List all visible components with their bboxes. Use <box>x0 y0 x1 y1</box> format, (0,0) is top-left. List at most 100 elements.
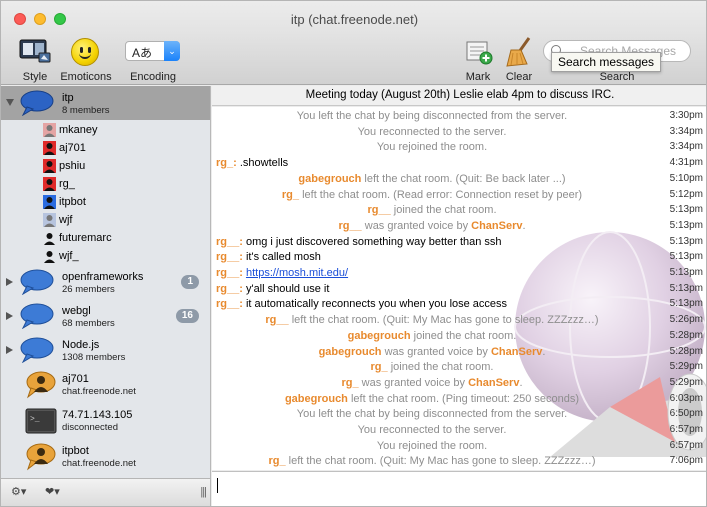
style-button[interactable]: Style <box>13 35 57 83</box>
style-icon <box>19 39 51 63</box>
member-row[interactable]: wjf <box>43 212 203 230</box>
private-chat-name: aj701 <box>62 373 89 385</box>
chat-bubble-icon <box>20 337 54 363</box>
nickname[interactable]: rg__ <box>338 220 361 232</box>
gear-menu-button[interactable]: ⚙▾ <box>11 485 26 501</box>
message-text: joined the chat room. <box>410 329 517 342</box>
message-text: You rejoined the room. <box>376 439 488 452</box>
user-icon <box>44 251 55 263</box>
broom-icon <box>506 37 531 67</box>
sidebar-footer: ⚙▾ ❤▾ ||| <box>1 478 211 506</box>
clear-button[interactable]: Clear <box>499 35 539 83</box>
text-caret <box>217 478 218 493</box>
member-name: wjf_ <box>59 250 79 262</box>
nickname[interactable]: rg__ <box>367 204 390 216</box>
chat-transcript[interactable]: You left the chat by being disconnected … <box>212 107 706 470</box>
nickname[interactable]: rg__: <box>216 236 243 248</box>
member-row[interactable]: aj701 <box>43 140 203 158</box>
member-name: rg_ <box>59 178 75 190</box>
clear-label: Clear <box>505 71 533 83</box>
favorites-menu-button[interactable]: ❤▾ <box>45 485 60 501</box>
message-text: left the chat room. (Quit: My Mac has go… <box>288 314 599 327</box>
console-row[interactable]: >_ 74.71.143.105 disconnected <box>1 404 210 438</box>
private-chat-row[interactable]: itpbot chat.freenode.net <box>1 440 210 474</box>
nickname[interactable]: rg__ <box>265 314 288 326</box>
message-text: left the chat room. (Ping timeout: 250 s… <box>347 392 580 405</box>
disclosure-closed-icon[interactable] <box>6 346 13 354</box>
member-row[interactable]: rg_ <box>43 176 203 194</box>
message-body: rg_ left the chat room. (Quit: My Mac ha… <box>212 452 652 470</box>
member-row[interactable]: futuremarc <box>43 230 203 248</box>
message-text: . <box>542 345 546 358</box>
message-text: You left the chat by being disconnected … <box>296 110 568 122</box>
voice-user-icon <box>43 195 56 209</box>
encoding-label: Encoding <box>130 71 176 83</box>
user-icon <box>44 233 55 245</box>
away-user-icon <box>43 123 56 137</box>
nickname[interactable]: rg_: <box>216 157 237 169</box>
away-user-icon <box>43 213 56 227</box>
message-input[interactable] <box>212 471 706 506</box>
encoding-control: Aあ ⌄ Encoding <box>121 35 185 83</box>
chat-bubble-icon <box>20 90 54 116</box>
member-row[interactable]: wjf_ <box>43 248 203 266</box>
nickname[interactable]: rg__: <box>216 283 243 295</box>
style-label: Style <box>22 71 48 83</box>
nickname[interactable]: rg__: <box>216 251 243 263</box>
private-chat-icon <box>26 443 56 471</box>
disclosure-closed-icon[interactable] <box>6 278 13 286</box>
nickname[interactable]: gabegrouch <box>298 173 361 185</box>
member-row[interactable]: itpbot <box>43 194 203 212</box>
member-row[interactable]: mkaney <box>43 122 203 140</box>
op-user-icon <box>43 141 56 155</box>
message-text: joined the chat room. <box>387 361 494 374</box>
private-chat-server: chat.freenode.net <box>62 386 136 397</box>
nickname[interactable]: gabegrouch <box>348 330 411 342</box>
message-text: left the chat room. (Quit: Be back later… <box>361 172 566 185</box>
member-name: futuremarc <box>59 232 112 244</box>
message-text: You left the chat by being disconnected … <box>296 408 568 421</box>
channel-row-openframeworks[interactable]: openframeworks 26 members 1 <box>1 266 210 298</box>
member-name: pshiu <box>59 160 86 172</box>
channel-member-count: 68 members <box>62 318 115 329</box>
message-text: y'all should use it <box>242 282 330 295</box>
nickname[interactable]: ChanServ <box>491 346 542 358</box>
search-label: Search <box>599 71 635 83</box>
encoding-popup[interactable]: Aあ ⌄ <box>125 41 180 61</box>
private-chat-name: itpbot <box>62 445 89 457</box>
private-chat-row[interactable]: aj701 chat.freenode.net <box>1 368 210 402</box>
mark-button[interactable]: Mark <box>459 35 497 83</box>
nickname[interactable]: rg_ <box>268 455 285 467</box>
emoticons-button[interactable]: Emoticons <box>57 35 115 83</box>
nickname[interactable]: gabegrouch <box>285 393 348 405</box>
message-text: You reconnected to the server. <box>357 125 507 138</box>
channel-name: itp <box>62 92 74 104</box>
channel-row-nodejs[interactable]: Node.js 1308 members <box>1 334 210 366</box>
message-text: was granted voice by <box>358 376 469 389</box>
nickname[interactable]: rg__: <box>216 267 243 279</box>
channel-name: Node.js <box>62 339 100 351</box>
disclosure-closed-icon[interactable] <box>6 312 13 320</box>
message-text: .showtells <box>236 157 289 170</box>
member-name: aj701 <box>59 142 86 154</box>
nickname[interactable]: gabegrouch <box>319 346 382 358</box>
resize-grip[interactable]: ||| <box>200 486 207 498</box>
nickname[interactable]: rg_ <box>282 189 299 201</box>
nickname[interactable]: rg__: <box>216 298 243 310</box>
encoding-value: Aあ <box>132 46 153 60</box>
channel-row-itp[interactable]: itp 8 members <box>1 86 210 120</box>
nickname[interactable]: rg_ <box>342 377 359 389</box>
member-row[interactable]: pshiu <box>43 158 203 176</box>
member-name: wjf <box>59 214 73 226</box>
message-text: You rejoined the room. <box>376 141 488 154</box>
message-link[interactable]: https://mosh.mit.edu/ <box>246 267 348 279</box>
message-text: left the chat room. (Quit: My Mac has go… <box>285 455 596 468</box>
svg-text:>_: >_ <box>30 415 40 424</box>
disclosure-open-icon[interactable] <box>6 99 14 106</box>
channel-row-webgl[interactable]: webgl 68 members 16 <box>1 300 210 332</box>
nickname[interactable]: ChanServ <box>468 377 519 389</box>
channel-name: openframeworks <box>62 271 144 283</box>
channel-member-count: 8 members <box>62 105 110 116</box>
nickname[interactable]: rg_ <box>371 361 388 373</box>
nickname[interactable]: ChanServ <box>471 220 522 232</box>
